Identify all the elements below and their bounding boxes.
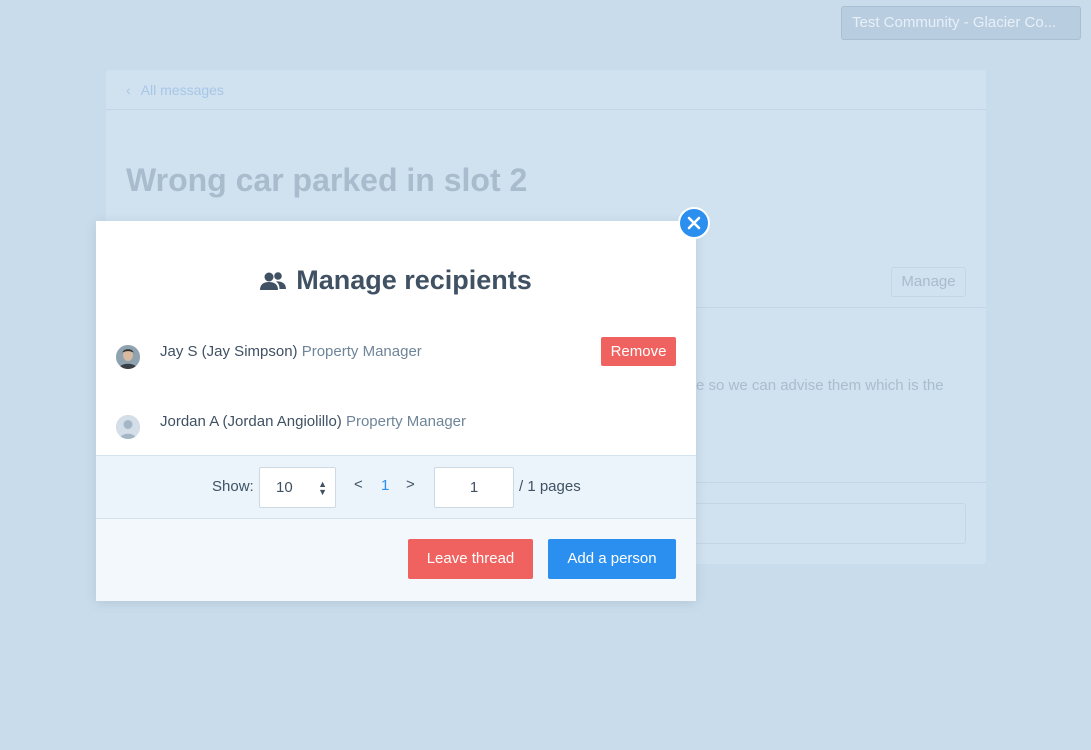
modal-footer: Leave thread Add a person <box>96 519 696 601</box>
spinner-arrows-icon: ▲ ▼ <box>318 479 327 497</box>
page-number-input[interactable]: 1 <box>434 467 514 508</box>
add-person-button[interactable]: Add a person <box>548 539 676 579</box>
community-switcher[interactable]: Test Community - Glacier Co... <box>841 6 1081 40</box>
close-modal-button[interactable] <box>678 207 710 239</box>
manage-button[interactable]: Manage <box>891 267 966 297</box>
recipient-role: Property Manager <box>301 343 422 360</box>
avatar <box>116 415 140 439</box>
page-total: / 1 pages <box>519 478 581 495</box>
modal-title-text: Manage recipients <box>296 265 532 295</box>
next-page-button[interactable]: > <box>406 476 415 493</box>
remove-recipient-button[interactable]: Remove <box>601 337 676 366</box>
page-link[interactable]: 1 <box>381 477 389 494</box>
chevron-left-icon: ‹ <box>126 81 131 98</box>
pagination: Show: 10 ▲ ▼ < 1 > 1 / 1 pages <box>96 455 696 519</box>
breadcrumb-all-messages[interactable]: All messages <box>141 82 224 98</box>
avatar <box>116 345 140 369</box>
show-label: Show: <box>212 478 254 495</box>
manage-recipients-modal: Manage recipients Jay S (Jay Simpson) Pr… <box>96 221 696 601</box>
thread-title: Wrong car parked in slot 2 <box>126 162 528 198</box>
recipient-row: Jay S (Jay Simpson) Property Manager Rem… <box>116 337 676 375</box>
recipient-name: Jordan A (Jordan Angiolillo) Property Ma… <box>160 413 467 430</box>
recipient-role: Property Manager <box>345 413 467 430</box>
modal-title: Manage recipients <box>96 265 696 296</box>
recipient-name: Jay S (Jay Simpson) Property Manager <box>160 343 422 360</box>
users-icon <box>260 271 287 291</box>
prev-page-button[interactable]: < <box>354 476 363 493</box>
recipient-row: Jordan A (Jordan Angiolillo) Property Ma… <box>116 413 676 445</box>
page-size-select[interactable]: 10 ▲ ▼ <box>259 467 336 508</box>
message-excerpt: re so we can advise them which is the <box>691 377 944 394</box>
breadcrumb[interactable]: ‹ All messages <box>106 70 986 110</box>
leave-thread-button[interactable]: Leave thread <box>408 539 533 579</box>
close-icon <box>687 216 701 230</box>
reply-input[interactable] <box>691 503 966 544</box>
